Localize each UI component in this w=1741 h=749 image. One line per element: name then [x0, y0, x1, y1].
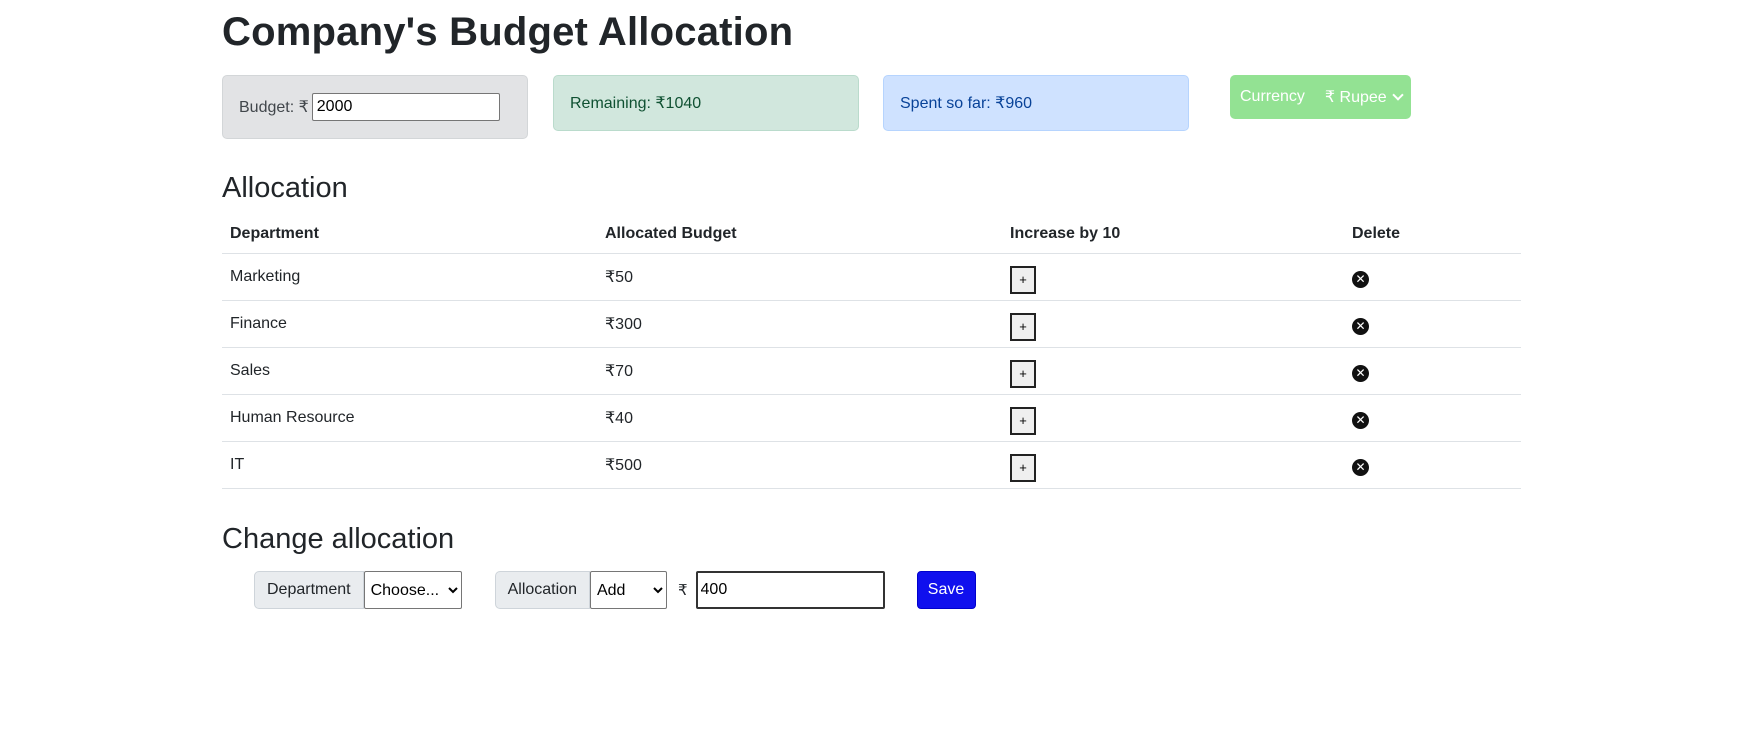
increase-cell: +	[1002, 441, 1344, 489]
increase-button[interactable]: +	[1010, 266, 1036, 294]
spent-text: Spent so far: ₹960	[900, 95, 1033, 112]
page: Company's Budget Allocation Budget: ₹ Re…	[0, 0, 1741, 749]
spent-box: Spent so far: ₹960	[883, 75, 1189, 131]
delete-icon[interactable]: ✕	[1352, 411, 1369, 429]
table-header-row: Department Allocated Budget Increase by …	[222, 214, 1521, 254]
page-title: Company's Budget Allocation	[222, 10, 794, 54]
delete-icon[interactable]: ✕	[1352, 317, 1369, 335]
increase-cell: +	[1002, 300, 1344, 348]
allocation-heading: Allocation	[222, 172, 348, 204]
budget-cell: ₹70	[597, 347, 1002, 395]
column-header-allocated-budget: Allocated Budget	[597, 214, 1002, 254]
allocation-input-group: Allocation Add	[494, 571, 667, 609]
department-input-group: Department Choose...	[254, 571, 462, 609]
table-row: Sales ₹70 + ✕	[222, 347, 1521, 395]
currency-symbol: ₹	[677, 582, 688, 599]
budget-cell: ₹300	[597, 300, 1002, 348]
delete-cell: ✕	[1344, 441, 1521, 489]
column-header-increase: Increase by 10	[1002, 214, 1344, 254]
table-row: Marketing ₹50 + ✕	[222, 253, 1521, 301]
budget-box: Budget: ₹	[222, 75, 528, 139]
currency-dropdown[interactable]: Currency ₹ Rupee	[1230, 75, 1411, 119]
table-row: IT ₹500 + ✕	[222, 441, 1521, 489]
budget-cell: ₹40	[597, 394, 1002, 442]
department-cell: Human Resource	[222, 394, 597, 442]
column-header-delete: Delete	[1344, 214, 1521, 254]
increase-button[interactable]: +	[1010, 454, 1036, 482]
remaining-box: Remaining: ₹1040	[553, 75, 859, 131]
chevron-down-icon	[1392, 89, 1404, 101]
save-button[interactable]: Save	[916, 571, 976, 609]
delete-cell: ✕	[1344, 300, 1521, 348]
department-label: Department	[254, 571, 364, 609]
increase-cell: +	[1002, 347, 1344, 395]
currency-value[interactable]: ₹ Rupee	[1324, 87, 1404, 107]
increase-cell: +	[1002, 253, 1344, 301]
amount-input[interactable]	[695, 571, 885, 609]
allocation-type-select[interactable]: Add	[589, 571, 667, 609]
currency-selected: ₹ Rupee	[1324, 89, 1387, 106]
increase-button[interactable]: +	[1010, 360, 1036, 388]
increase-button[interactable]: +	[1010, 313, 1036, 341]
column-header-department: Department	[222, 214, 597, 254]
change-allocation-heading: Change allocation	[222, 523, 455, 555]
increase-cell: +	[1002, 394, 1344, 442]
delete-icon[interactable]: ✕	[1352, 364, 1369, 382]
budget-cell: ₹50	[597, 253, 1002, 301]
delete-icon[interactable]: ✕	[1352, 458, 1369, 476]
department-cell: Finance	[222, 300, 597, 348]
delete-icon[interactable]: ✕	[1352, 270, 1369, 288]
currency-label: Currency	[1240, 88, 1305, 105]
department-cell: Sales	[222, 347, 597, 395]
delete-cell: ✕	[1344, 253, 1521, 301]
allocation-label: Allocation	[494, 571, 590, 609]
delete-cell: ✕	[1344, 347, 1521, 395]
budget-label: Budget: ₹	[239, 99, 309, 116]
department-cell: IT	[222, 441, 597, 489]
change-allocation-form: Department Choose... Allocation Add ₹ Sa…	[254, 571, 976, 609]
delete-cell: ✕	[1344, 394, 1521, 442]
department-cell: Marketing	[222, 253, 597, 301]
budget-cell: ₹500	[597, 441, 1002, 489]
increase-button[interactable]: +	[1010, 407, 1036, 435]
remaining-text: Remaining: ₹1040	[570, 95, 702, 112]
table-row: Human Resource ₹40 + ✕	[222, 394, 1521, 442]
department-select[interactable]: Choose...	[363, 571, 462, 609]
budget-input[interactable]	[311, 93, 500, 121]
allocation-table: Department Allocated Budget Increase by …	[222, 214, 1521, 489]
table-row: Finance ₹300 + ✕	[222, 300, 1521, 348]
